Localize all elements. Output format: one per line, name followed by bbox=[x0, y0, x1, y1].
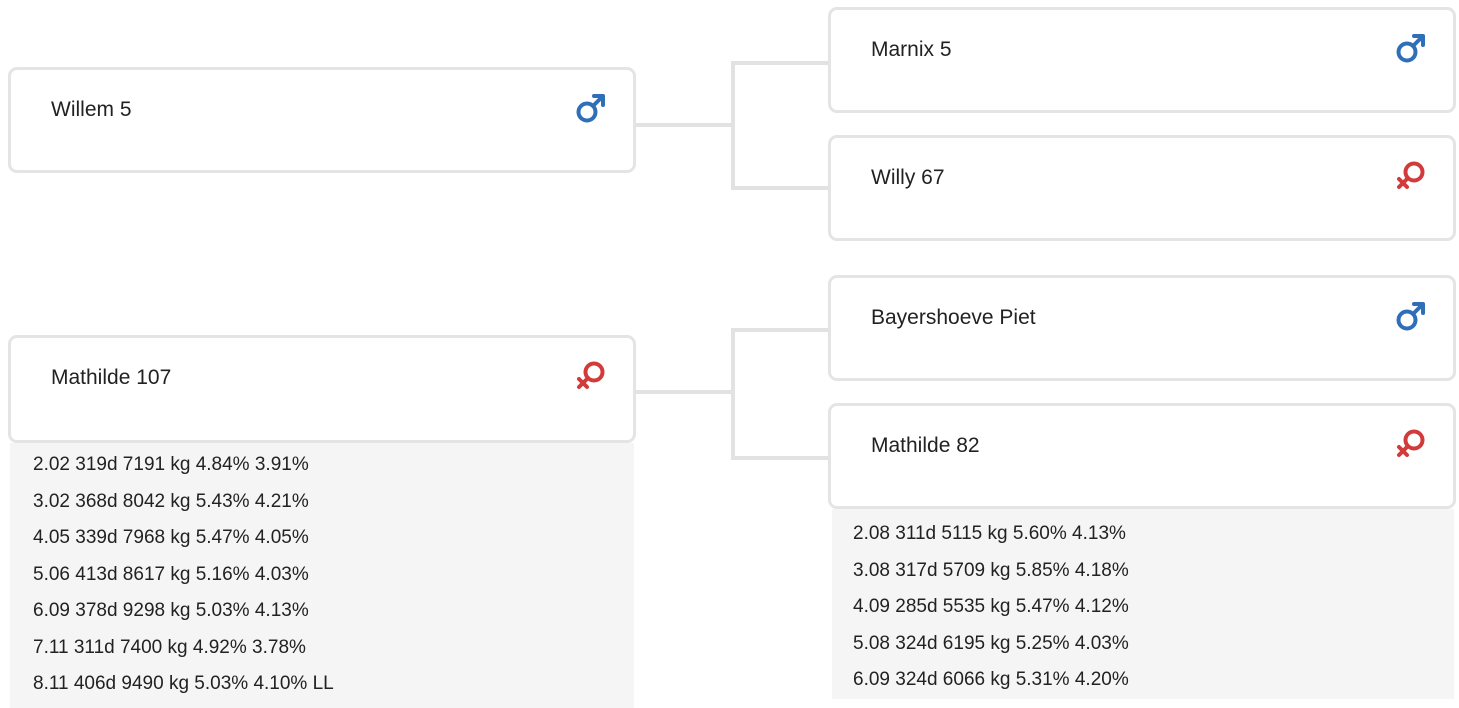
pedigree-card-dam-dam[interactable]: Mathilde 82 bbox=[828, 403, 1456, 509]
male-symbol-icon bbox=[576, 94, 605, 123]
lactation-record-row: 7.11 311d 7400 kg 4.92% 3.78% bbox=[33, 636, 306, 658]
lactation-record-row: 2.08 311d 5115 kg 5.60% 4.13% bbox=[853, 523, 1126, 544]
pedigree-card-dam-sire[interactable]: Bayershoeve Piet bbox=[828, 275, 1456, 381]
lactation-record-row: 5.08 324d 6195 kg 5.25% 4.03% bbox=[853, 632, 1129, 654]
female-symbol-icon bbox=[1397, 429, 1425, 457]
animal-name: Mathilde 82 bbox=[871, 434, 980, 457]
male-symbol-icon bbox=[1396, 34, 1425, 63]
lactation-record-row: 3.02 368d 8042 kg 5.43% 4.21% bbox=[33, 490, 309, 512]
animal-name: Mathilde 107 bbox=[51, 366, 172, 389]
lactation-record-row: 4.05 339d 7968 kg 5.47% 4.05% bbox=[33, 527, 309, 548]
dam-connector bbox=[633, 328, 832, 460]
female-symbol-icon bbox=[577, 361, 605, 389]
lactation-record-row: 6.09 324d 6066 kg 5.31% 4.20% bbox=[853, 669, 1129, 690]
pedigree-card-dam[interactable]: Mathilde 107 bbox=[8, 335, 636, 443]
female-symbol-icon bbox=[1397, 161, 1425, 189]
lactation-record-row: 5.06 413d 8617 kg 5.16% 4.03% bbox=[33, 563, 309, 585]
dam-lactation-records: 2.02 319d 7191 kg 4.84% 3.91% 3.02 368d … bbox=[10, 443, 634, 708]
animal-name: Marnix 5 bbox=[871, 38, 952, 61]
animal-name: Willy 67 bbox=[871, 166, 945, 189]
lactation-record-row: 4.09 285d 5535 kg 5.47% 4.12% bbox=[853, 596, 1129, 617]
pedigree-card-sire[interactable]: Willem 5 bbox=[8, 67, 636, 173]
dam-dam-lactation-records: 2.08 311d 5115 kg 5.60% 4.13% 3.08 317d … bbox=[832, 509, 1454, 699]
male-symbol-icon bbox=[1396, 302, 1425, 331]
pedigree-tree: Willem 5 Mathilde 107 2.02 319d 7191 kg … bbox=[0, 0, 1459, 708]
sire-connector bbox=[633, 61, 832, 190]
animal-name: Willem 5 bbox=[51, 98, 132, 121]
lactation-record-row: 6.09 378d 9298 kg 5.03% 4.13% bbox=[33, 600, 309, 621]
pedigree-card-sire-dam[interactable]: Willy 67 bbox=[828, 135, 1456, 241]
animal-name: Bayershoeve Piet bbox=[871, 306, 1036, 329]
lactation-record-row: 8.11 406d 9490 kg 5.03% 4.10% LL bbox=[33, 673, 334, 694]
lactation-record-row: 2.02 319d 7191 kg 4.84% 3.91% bbox=[33, 454, 309, 475]
pedigree-card-sire-sire[interactable]: Marnix 5 bbox=[828, 7, 1456, 113]
lactation-record-row: 3.08 317d 5709 kg 5.85% 4.18% bbox=[853, 559, 1129, 581]
